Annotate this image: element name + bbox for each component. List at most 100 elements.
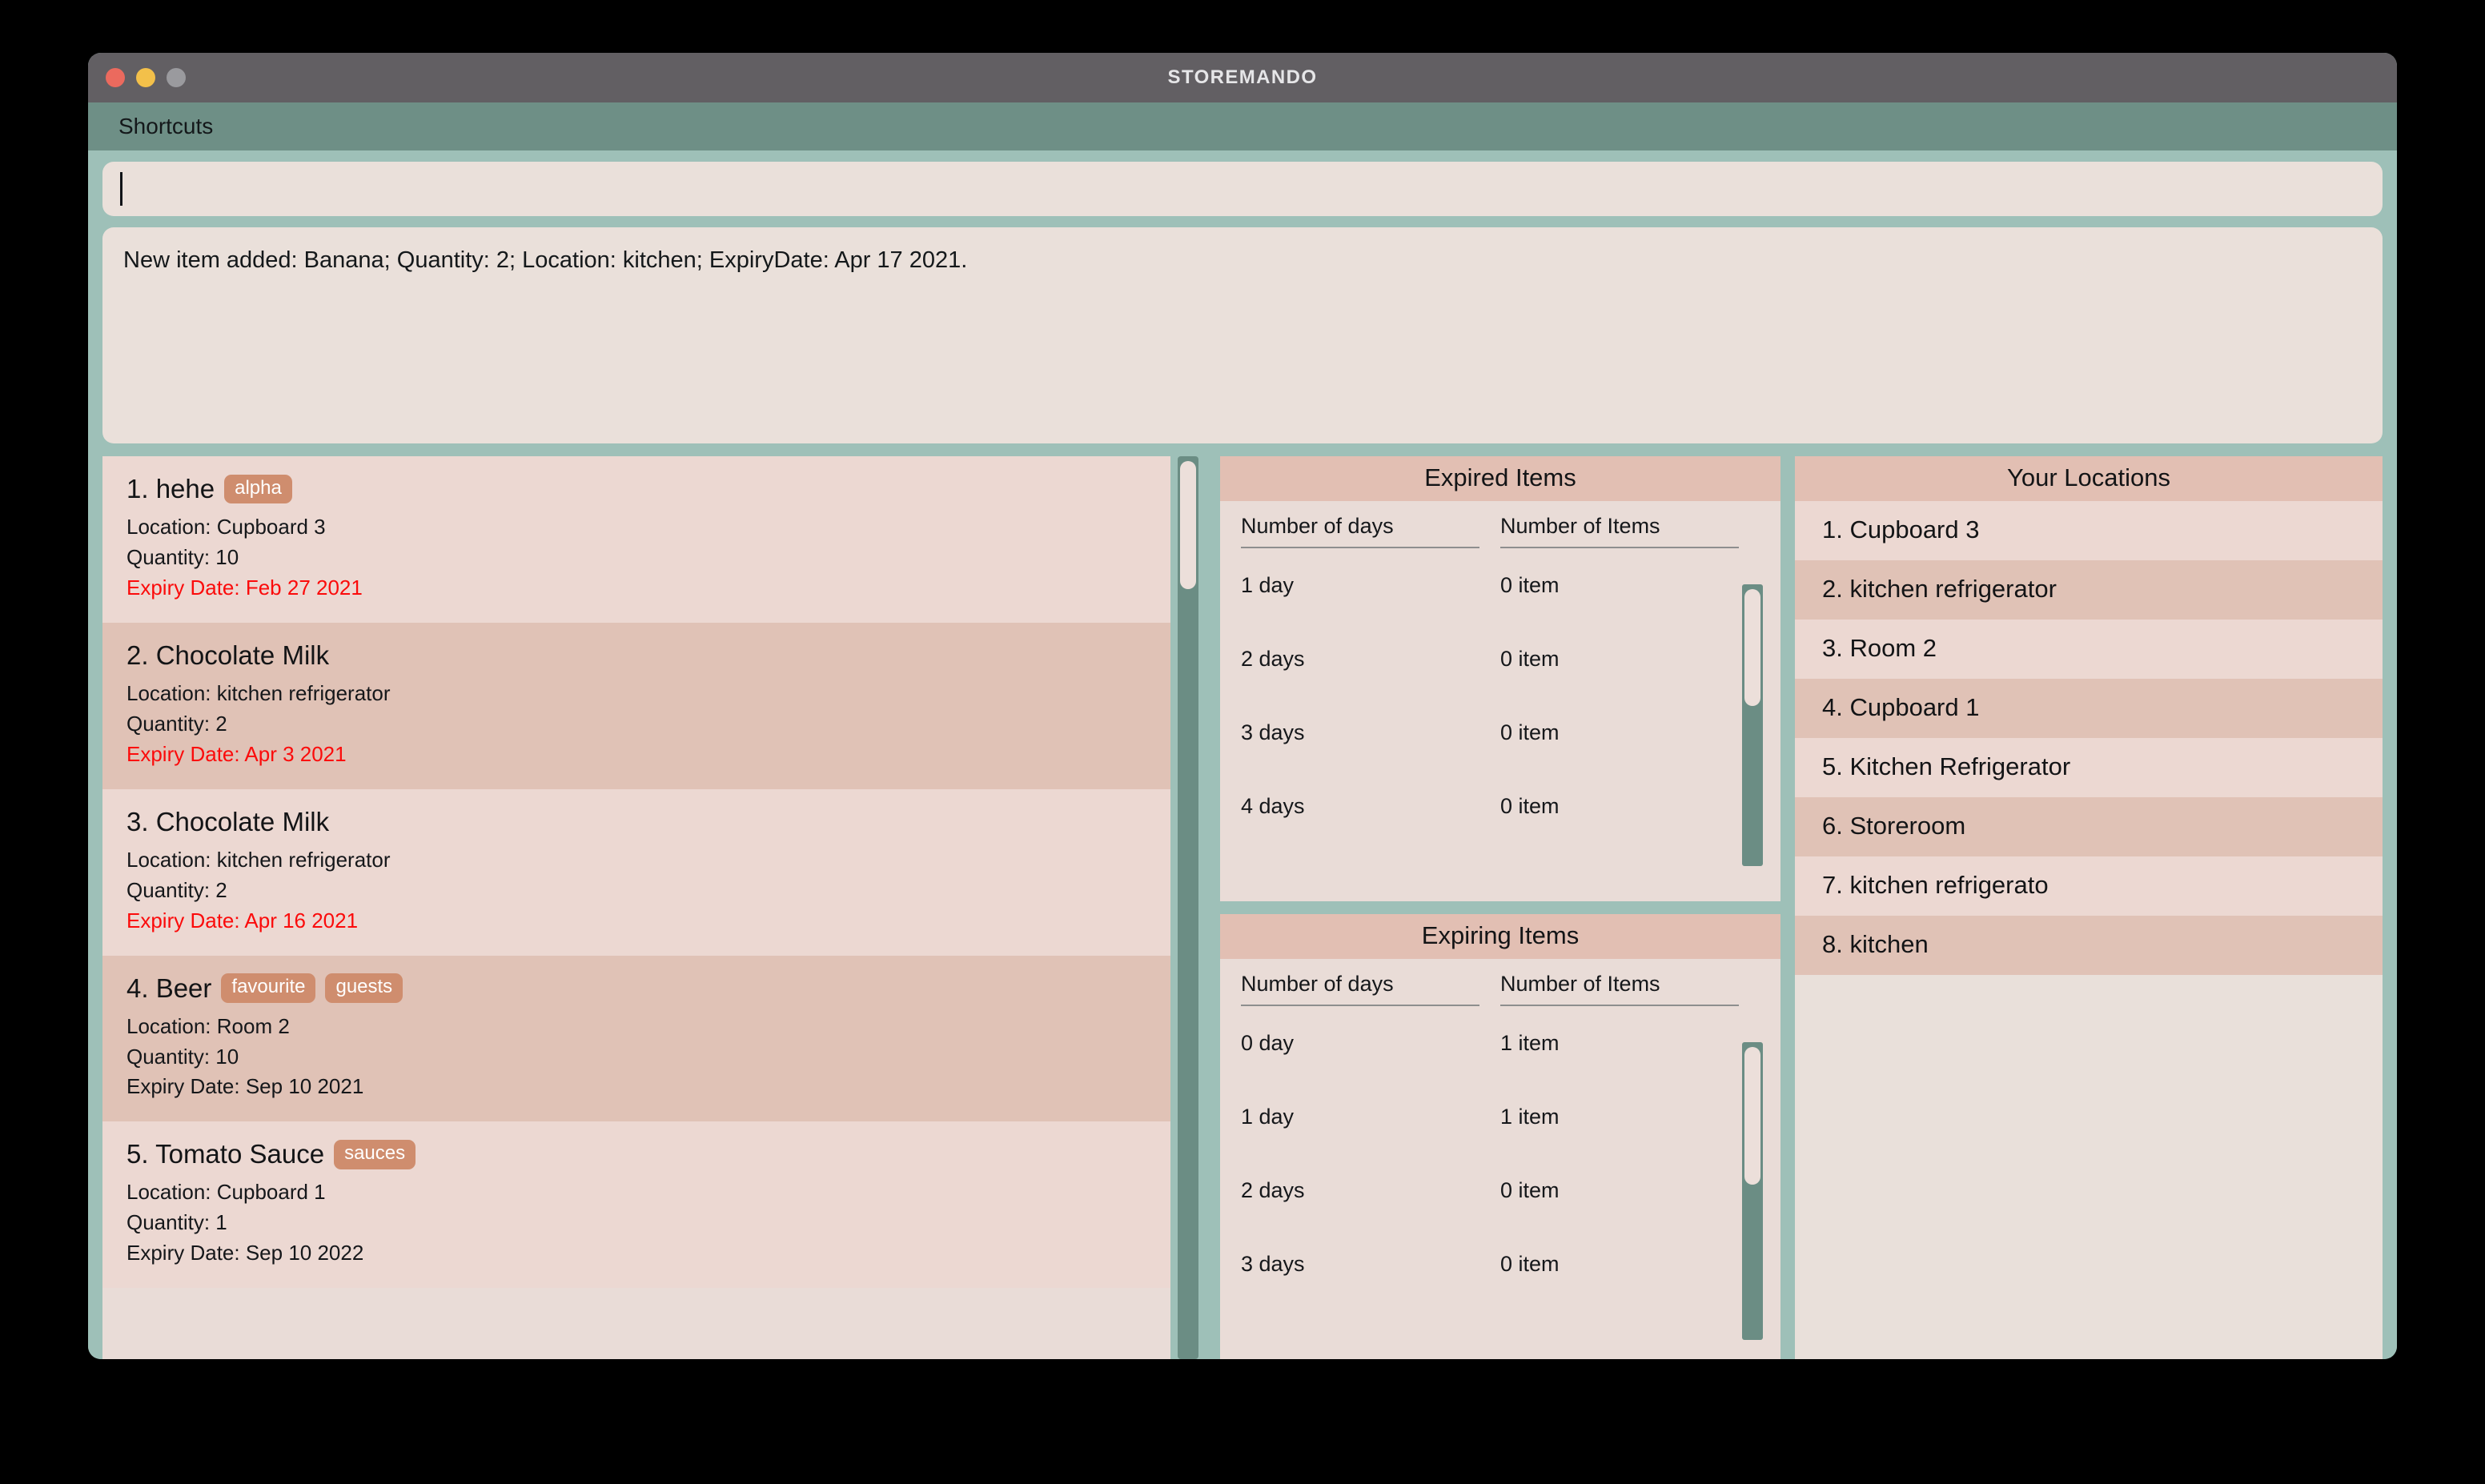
expired-items-panel: Expired Items Number of days Number of I… [1220, 456, 1780, 901]
app-window: STOREMANDO Shortcuts New item added: Ban… [88, 53, 2397, 1359]
item-name: 3. Chocolate Milk [126, 806, 330, 836]
result-display: New item added: Banana; Quantity: 2; Loc… [102, 227, 2383, 443]
minimize-button[interactable] [136, 68, 155, 87]
column-header-days: Number of days [1241, 514, 1479, 548]
item-title-line: 2. Chocolate Milk [126, 640, 1146, 671]
window-controls [106, 53, 186, 102]
locations-title: Your Locations [1795, 456, 2383, 501]
item-list-scrollbar-track[interactable] [1178, 456, 1198, 1359]
cell-days: 4 days [1241, 793, 1305, 818]
table-row: 5 days0 item [1220, 843, 1780, 851]
item-title-line: 3. Chocolate Milk [126, 807, 1146, 837]
location-row[interactable]: 5. Kitchen Refrigerator [1795, 738, 2383, 797]
expired-items-table-body: 1 day 0 item 2 days 0 item 3 days 0 item 4 day… [1220, 548, 1780, 851]
cell-item-count: 0 item [1500, 1251, 1560, 1276]
table-row: 1 day 1 item [1220, 1080, 1780, 1153]
location-row[interactable]: 7. kitchen refrigerato [1795, 856, 2383, 916]
item-quantity: Quantity: 2 [126, 877, 227, 902]
expired-scrollbar-thumb[interactable] [1744, 589, 1760, 706]
item-title-line: 5. Tomato Sauce sauces [126, 1139, 1146, 1169]
item-expiry-date: Expiry Date: Feb 27 2021 [126, 575, 363, 600]
menu-item-shortcuts[interactable]: Shortcuts [114, 110, 218, 142]
expired-scrollbar-track[interactable] [1742, 584, 1763, 866]
item-quantity: Quantity: 10 [126, 544, 239, 569]
item-row[interactable]: 2. Chocolate Milk Location: kitchen refri… [102, 622, 1170, 789]
cell-days: 1 day [1241, 1104, 1295, 1129]
item-list-scroll-gutter [1170, 456, 1206, 1359]
item-list: 1. hehe alpha Location: Cupboard 3 Quantity… [102, 456, 1170, 1359]
cell-days: 3 days [1241, 720, 1305, 744]
expiring-scrollbar-thumb[interactable] [1744, 1047, 1760, 1185]
expiring-items-table-body: 0 day 1 item 1 day 1 item 2 days 0 item 3 days… [1220, 1006, 1780, 1309]
cell-item-count: 0 item [1500, 1177, 1560, 1202]
item-list-panel: 1. hehe alpha Location: Cupboard 3 Quantity… [102, 456, 1206, 1359]
expiring-scrollbar-track[interactable] [1742, 1042, 1763, 1340]
item-quantity: Quantity: 2 [126, 711, 227, 736]
locations-panel: Your Locations 1. Cupboard 3 2. kitchen r… [1795, 456, 2383, 1359]
item-row[interactable]: 4. Beer favourite guests Location: Room 2 Qu… [102, 955, 1170, 1122]
maximize-button[interactable] [167, 68, 186, 87]
cell-item-count: 1 item [1500, 1104, 1560, 1129]
cell-days: 2 days [1241, 646, 1305, 671]
cell-days: 2 days [1241, 1177, 1305, 1202]
column-header-days: Number of days [1241, 972, 1479, 1006]
location-row[interactable]: 4. Cupboard 1 [1795, 679, 2383, 738]
expiring-items-panel: Expiring Items Number of days Number of … [1220, 914, 1780, 1359]
location-row[interactable]: 6. Storeroom [1795, 797, 2383, 856]
location-row[interactable]: 3. Room 2 [1795, 620, 2383, 679]
window-body: New item added: Banana; Quantity: 2; Loc… [88, 150, 2397, 1359]
item-tag[interactable]: favourite [221, 973, 316, 1003]
window-title: STOREMANDO [1167, 66, 1318, 88]
cell-days: 0 day [1241, 1030, 1295, 1055]
table-row: 4 days0 item [1220, 1301, 1780, 1309]
item-tag[interactable]: alpha [224, 474, 292, 504]
expiring-items-table-header: Number of days Number of Items [1220, 959, 1780, 1006]
statistics-panel: Expired Items Number of days Number of I… [1220, 456, 1780, 1359]
cell-item-count: 0 item [1500, 646, 1560, 671]
expired-items-table-header: Number of days Number of Items [1220, 501, 1780, 548]
item-expiry-date: Expiry Date: Sep 10 2021 [126, 1074, 364, 1099]
item-row[interactable]: 5. Tomato Sauce sauces Location: Cupboard … [102, 1121, 1170, 1289]
item-name: 1. hehe [126, 474, 215, 503]
item-title-line: 4. Beer favourite guests [126, 973, 1146, 1004]
expired-items-title: Expired Items [1220, 456, 1780, 501]
item-location: Location: kitchen refrigerator [126, 680, 391, 705]
item-name: 4. Beer [126, 973, 212, 1003]
locations-empty-area [1795, 975, 2383, 1359]
command-input[interactable] [102, 162, 2383, 216]
result-message: New item added: Banana; Quantity: 2; Loc… [123, 247, 968, 273]
title-bar: STOREMANDO [88, 53, 2397, 102]
cell-item-count: 0 item [1500, 572, 1560, 597]
location-row[interactable]: 1. Cupboard 3 [1795, 501, 2383, 560]
item-location: Location: Cupboard 1 [126, 1180, 326, 1205]
menu-bar: Shortcuts [88, 102, 2397, 150]
table-row: 4 days 0 item [1220, 769, 1780, 843]
table-row: 1 day 0 item [1220, 548, 1780, 622]
text-caret [120, 172, 122, 206]
item-location: Location: Cupboard 3 [126, 515, 326, 539]
table-row: 2 days 0 item [1220, 1153, 1780, 1227]
panels-row: 1. hehe alpha Location: Cupboard 3 Quantity… [102, 456, 2383, 1359]
item-row[interactable]: 3. Chocolate Milk Location: kitchen refri… [102, 788, 1170, 956]
item-expiry-date: Expiry Date: Apr 16 2021 [126, 908, 359, 933]
close-button[interactable] [106, 68, 125, 87]
locations-list: 1. Cupboard 3 2. kitchen refrigerator 3. R… [1795, 501, 2383, 975]
item-row[interactable]: 1. hehe alpha Location: Cupboard 3 Quantity… [102, 456, 1170, 623]
location-row[interactable]: 8. kitchen [1795, 916, 2383, 975]
table-row: 2 days 0 item [1220, 622, 1780, 696]
item-name: 5. Tomato Sauce [126, 1139, 325, 1169]
item-quantity: Quantity: 1 [126, 1210, 227, 1235]
expiring-items-title: Expiring Items [1220, 914, 1780, 959]
item-expiry-date: Expiry Date: Apr 3 2021 [126, 741, 347, 766]
item-location: Location: Room 2 [126, 1013, 290, 1038]
column-header-items: Number of Items [1500, 972, 1739, 1006]
cell-item-count: 0 item [1500, 793, 1560, 818]
location-row[interactable]: 2. kitchen refrigerator [1795, 560, 2383, 620]
table-row: 3 days 0 item [1220, 1227, 1780, 1301]
item-list-scrollbar-thumb[interactable] [1180, 461, 1196, 589]
table-row: 0 day 1 item [1220, 1006, 1780, 1080]
cell-days: 1 day [1241, 572, 1295, 597]
cell-item-count: 1 item [1500, 1030, 1560, 1055]
item-tag[interactable]: sauces [334, 1140, 416, 1169]
item-tag[interactable]: guests [325, 973, 403, 1003]
